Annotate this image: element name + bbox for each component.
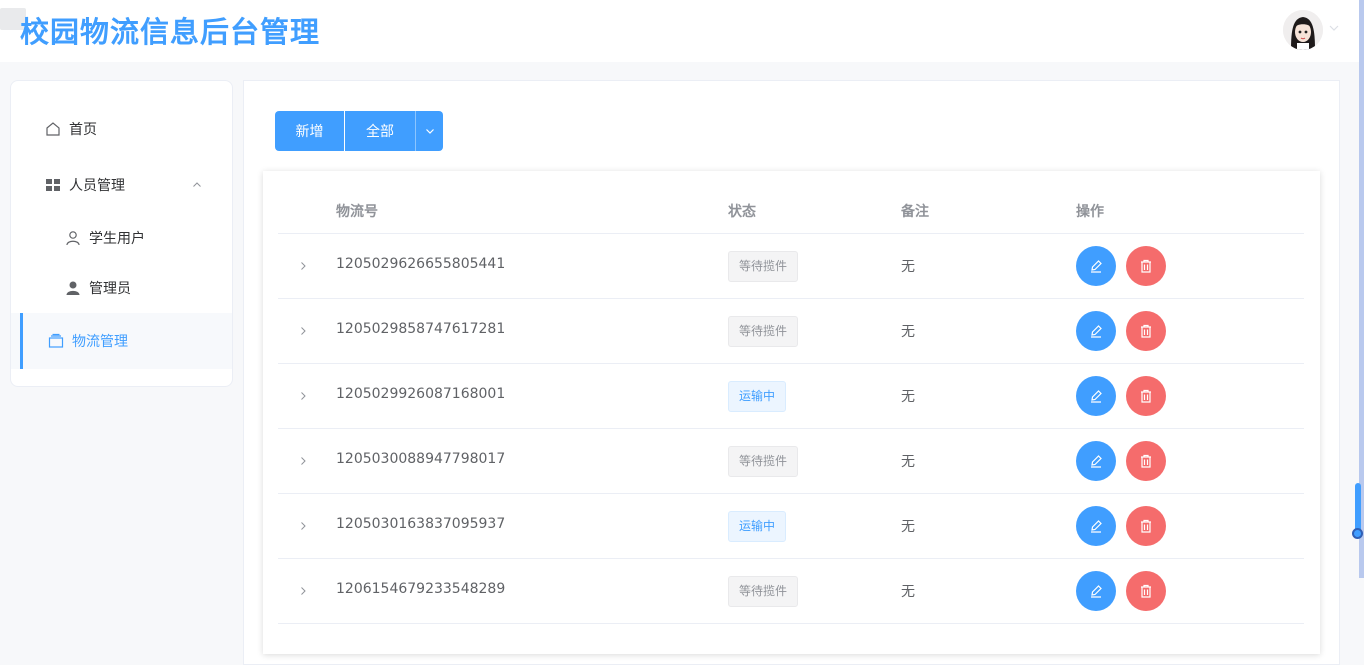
edit-button[interactable]	[1076, 246, 1116, 286]
status-badge: 等待揽件	[728, 251, 799, 282]
active-indicator	[20, 313, 23, 369]
cell-tracking-number: 1205030088947798017	[336, 451, 506, 467]
app-header: 校园物流信息后台管理	[0, 0, 1364, 62]
chevron-right-icon[interactable]	[298, 326, 308, 336]
cell-tracking-number: 1205029626655805441	[336, 256, 506, 272]
column-header-id: 物流号	[336, 204, 378, 220]
sidebar: 首页 人员管理 学生用户 管理员 物流管理	[10, 80, 233, 387]
column-header-status: 状态	[728, 204, 756, 220]
delete-button[interactable]	[1126, 311, 1166, 351]
grid-icon	[45, 177, 61, 193]
status-badge: 等待揽件	[728, 446, 799, 477]
chevron-down-icon	[425, 129, 434, 134]
user-filled-icon	[65, 280, 81, 296]
sidebar-item-home[interactable]: 首页	[11, 104, 232, 154]
cell-tracking-number: 1205029926087168001	[336, 386, 506, 402]
cell-tracking-number: 1205030163837095937	[336, 516, 506, 532]
edit-button[interactable]	[1076, 376, 1116, 416]
cell-tracking-number: 1206154679233548289	[336, 581, 506, 597]
table-row: 1205029926087168001 运输中 无	[278, 364, 1304, 429]
table-row: 1205029858747617281 等待揽件 无	[278, 299, 1304, 364]
edit-icon	[1091, 260, 1102, 273]
trash-icon	[1141, 584, 1151, 598]
sidebar-item-label: 管理员	[89, 281, 131, 297]
column-header-actions: 操作	[1076, 204, 1104, 220]
table-row: 1205029626655805441 等待揽件 无	[278, 234, 1304, 299]
filter-all-button[interactable]: 全部	[345, 111, 415, 151]
scrollbar-handle[interactable]	[1352, 528, 1363, 539]
cell-note: 无	[901, 584, 915, 600]
cell-note: 无	[901, 389, 915, 405]
app-title: 校园物流信息后台管理	[20, 15, 321, 49]
sidebar-item-students[interactable]: 学生用户	[11, 213, 232, 263]
cell-note: 无	[901, 519, 915, 535]
add-button[interactable]: 新增	[275, 111, 344, 151]
edit-icon	[1091, 325, 1102, 338]
sidebar-item-people[interactable]: 人员管理	[11, 160, 232, 210]
delete-button[interactable]	[1126, 246, 1166, 286]
box-icon	[48, 333, 64, 349]
chevron-down-icon[interactable]	[1328, 22, 1340, 34]
cell-note: 无	[901, 324, 915, 340]
edit-icon	[1091, 585, 1102, 598]
cell-note: 无	[901, 259, 915, 275]
chevron-right-icon[interactable]	[298, 456, 308, 466]
edit-icon	[1091, 390, 1102, 403]
status-badge: 运输中	[728, 511, 787, 542]
chevron-right-icon[interactable]	[298, 521, 308, 531]
status-badge: 等待揽件	[728, 316, 799, 347]
sidebar-item-logistics[interactable]: 物流管理	[11, 313, 232, 369]
cell-note: 无	[901, 454, 915, 470]
delete-button[interactable]	[1126, 571, 1166, 611]
delete-button[interactable]	[1126, 376, 1166, 416]
delete-button[interactable]	[1126, 506, 1166, 546]
sidebar-item-admins[interactable]: 管理员	[11, 263, 232, 313]
edit-icon	[1091, 455, 1102, 468]
chevron-right-icon[interactable]	[298, 261, 308, 271]
edit-button[interactable]	[1076, 311, 1116, 351]
sidebar-item-label: 物流管理	[72, 334, 128, 350]
table-row: 1205030163837095937 运输中 无	[278, 494, 1304, 559]
home-icon	[45, 121, 61, 137]
trash-icon	[1141, 519, 1151, 533]
row-divider	[278, 623, 1304, 624]
user-outline-icon	[65, 230, 81, 246]
chevron-right-icon[interactable]	[298, 586, 308, 596]
table-row: 1205030088947798017 等待揽件 无	[278, 429, 1304, 494]
trash-icon	[1141, 389, 1151, 403]
trash-icon	[1141, 324, 1151, 338]
delete-button[interactable]	[1126, 441, 1166, 481]
chevron-up-icon[interactable]	[192, 180, 202, 190]
sidebar-item-label: 人员管理	[69, 178, 125, 194]
cell-tracking-number: 1205029858747617281	[336, 321, 506, 337]
trash-icon	[1141, 454, 1151, 468]
trash-icon	[1141, 259, 1151, 273]
edit-icon	[1091, 520, 1102, 533]
sidebar-item-label: 学生用户	[89, 231, 145, 247]
edit-button[interactable]	[1076, 571, 1116, 611]
column-header-note: 备注	[901, 204, 929, 220]
table-row: 1206154679233548289 等待揽件 无	[278, 559, 1304, 624]
status-badge: 运输中	[728, 381, 787, 412]
avatar[interactable]	[1283, 10, 1323, 50]
edit-button[interactable]	[1076, 506, 1116, 546]
sidebar-item-label: 首页	[69, 122, 97, 138]
chevron-right-icon[interactable]	[298, 391, 308, 401]
edit-button[interactable]	[1076, 441, 1116, 481]
status-badge: 等待揽件	[728, 576, 799, 607]
filter-dropdown-button[interactable]	[415, 111, 443, 151]
